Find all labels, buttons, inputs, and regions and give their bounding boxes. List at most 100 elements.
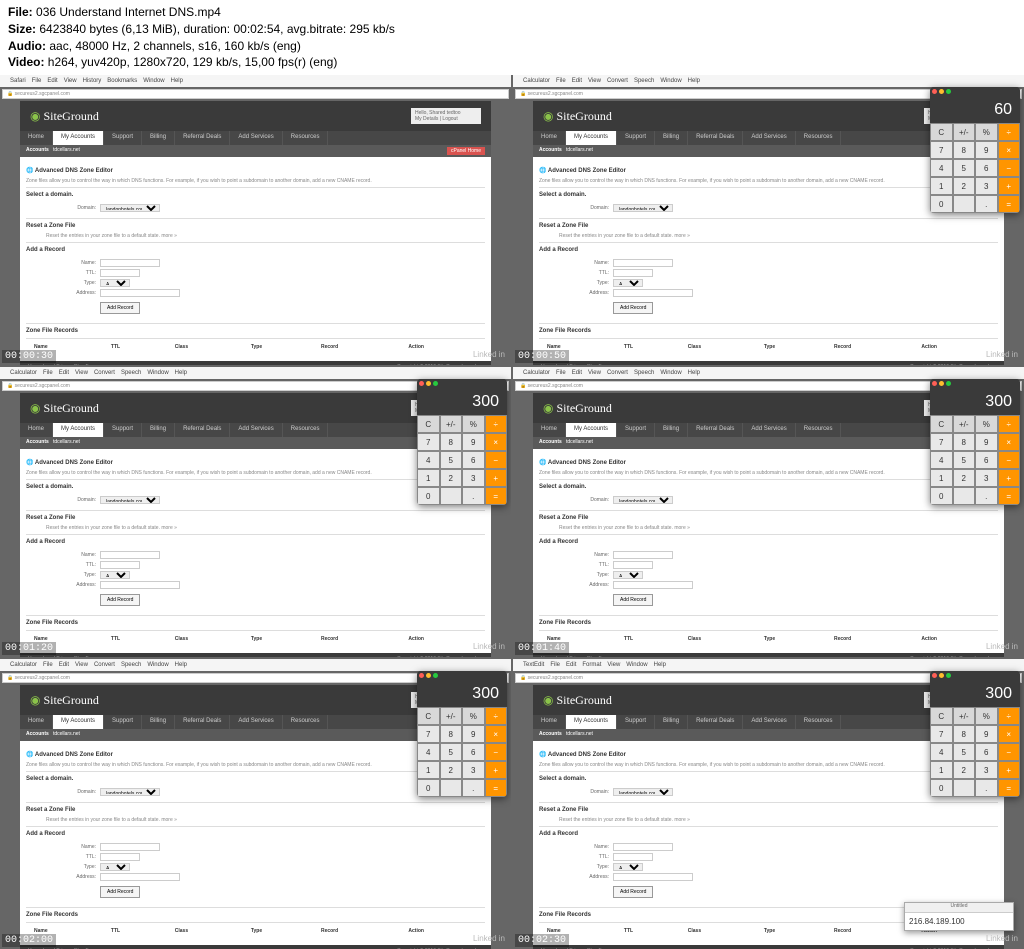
- menu-item[interactable]: Help: [175, 370, 187, 376]
- record-type-select[interactable]: A: [100, 863, 130, 871]
- nav-tab[interactable]: Billing: [142, 131, 175, 145]
- calc-key[interactable]: 8: [440, 433, 463, 451]
- calc-key[interactable]: C: [417, 415, 440, 433]
- browser-addressbar[interactable]: 🔒 secureus2.sgcpanel.com: [2, 89, 509, 99]
- nav-tab[interactable]: Support: [617, 715, 655, 729]
- record-address-input[interactable]: [100, 581, 180, 589]
- calc-key[interactable]: 6: [975, 159, 998, 177]
- calc-key[interactable]: 2: [953, 177, 976, 195]
- nav-tab[interactable]: Referral Deals: [175, 715, 230, 729]
- add-record-button[interactable]: Add Record: [100, 886, 140, 898]
- calc-key[interactable]: 6: [975, 743, 998, 761]
- calc-key[interactable]: 6: [462, 451, 485, 469]
- calc-key[interactable]: −: [998, 743, 1021, 761]
- calc-key[interactable]: 1: [930, 761, 953, 779]
- nav-tab[interactable]: Support: [104, 131, 142, 145]
- calc-key[interactable]: [440, 487, 463, 505]
- calc-key[interactable]: .: [975, 779, 998, 797]
- calc-key[interactable]: 2: [953, 761, 976, 779]
- calc-key[interactable]: 8: [953, 141, 976, 159]
- calc-key[interactable]: 3: [975, 177, 998, 195]
- nav-tab[interactable]: Resources: [796, 131, 842, 145]
- calc-key[interactable]: .: [975, 487, 998, 505]
- cpanel-button[interactable]: cPanel Home: [447, 147, 485, 155]
- add-record-button[interactable]: Add Record: [613, 302, 653, 314]
- nav-tab[interactable]: Resources: [283, 131, 329, 145]
- calc-key[interactable]: ÷: [485, 707, 508, 725]
- add-record-button[interactable]: Add Record: [613, 886, 653, 898]
- menu-item[interactable]: File: [556, 370, 566, 376]
- calc-key[interactable]: ×: [998, 433, 1021, 451]
- calc-key[interactable]: 5: [953, 451, 976, 469]
- menu-item[interactable]: File: [43, 662, 53, 668]
- calc-key[interactable]: 4: [930, 743, 953, 761]
- calc-key[interactable]: %: [975, 415, 998, 433]
- record-ttl-input[interactable]: [100, 853, 140, 861]
- menu-item[interactable]: TextEdit: [523, 662, 544, 668]
- calc-key[interactable]: ÷: [998, 415, 1021, 433]
- calc-key[interactable]: 8: [440, 725, 463, 743]
- calc-key[interactable]: ×: [485, 725, 508, 743]
- record-name-input[interactable]: [100, 551, 160, 559]
- nav-tab[interactable]: Add Services: [743, 423, 795, 437]
- menu-item[interactable]: View: [64, 78, 77, 84]
- calc-key[interactable]: .: [462, 487, 485, 505]
- nav-tab[interactable]: Add Services: [230, 715, 282, 729]
- record-ttl-input[interactable]: [100, 561, 140, 569]
- record-address-input[interactable]: [613, 581, 693, 589]
- menu-item[interactable]: Convert: [607, 78, 628, 84]
- record-ttl-input[interactable]: [100, 269, 140, 277]
- calc-key[interactable]: 0: [930, 487, 953, 505]
- calc-key[interactable]: 8: [953, 725, 976, 743]
- menu-item[interactable]: Help: [688, 370, 700, 376]
- nav-tab[interactable]: Add Services: [743, 131, 795, 145]
- nav-tab[interactable]: Referral Deals: [688, 423, 743, 437]
- calc-key[interactable]: +/-: [953, 415, 976, 433]
- nav-tab[interactable]: Add Services: [743, 715, 795, 729]
- calc-key[interactable]: +: [998, 761, 1021, 779]
- record-address-input[interactable]: [100, 289, 180, 297]
- calc-key[interactable]: ÷: [998, 123, 1021, 141]
- domain-select[interactable]: landonhotels.com: [613, 204, 673, 212]
- calc-key[interactable]: 2: [440, 469, 463, 487]
- calc-key[interactable]: .: [462, 779, 485, 797]
- calc-key[interactable]: +/-: [440, 415, 463, 433]
- calculator-window[interactable]: 60 C+/-%÷789×456−123+0.=: [930, 87, 1020, 213]
- calc-key[interactable]: −: [998, 451, 1021, 469]
- calc-key[interactable]: %: [462, 707, 485, 725]
- calc-key[interactable]: C: [930, 707, 953, 725]
- menu-item[interactable]: File: [556, 78, 566, 84]
- nav-tab[interactable]: Referral Deals: [175, 423, 230, 437]
- menu-item[interactable]: Help: [688, 78, 700, 84]
- record-type-select[interactable]: A: [100, 571, 130, 579]
- calc-key[interactable]: ÷: [998, 707, 1021, 725]
- calc-key[interactable]: 4: [930, 159, 953, 177]
- nav-tab[interactable]: Support: [617, 131, 655, 145]
- nav-tab[interactable]: Referral Deals: [688, 715, 743, 729]
- nav-tab[interactable]: Resources: [283, 715, 329, 729]
- nav-tab[interactable]: Resources: [283, 423, 329, 437]
- menu-item[interactable]: Window: [660, 78, 681, 84]
- nav-tab[interactable]: Add Services: [230, 131, 282, 145]
- menu-item[interactable]: Edit: [59, 370, 69, 376]
- record-ttl-input[interactable]: [613, 561, 653, 569]
- menu-item[interactable]: Bookmarks: [107, 78, 137, 84]
- record-name-input[interactable]: [613, 551, 673, 559]
- calc-key[interactable]: =: [998, 779, 1021, 797]
- menu-item[interactable]: Window: [660, 370, 681, 376]
- calc-key[interactable]: =: [485, 487, 508, 505]
- calc-key[interactable]: [953, 195, 976, 213]
- record-ttl-input[interactable]: [613, 853, 653, 861]
- menu-item[interactable]: Window: [626, 662, 647, 668]
- calc-key[interactable]: 6: [462, 743, 485, 761]
- nav-tab[interactable]: Home: [20, 423, 53, 437]
- menu-item[interactable]: Calculator: [523, 78, 550, 84]
- domain-select[interactable]: landonhotels.com: [613, 496, 673, 504]
- nav-tab[interactable]: Support: [617, 423, 655, 437]
- menu-item[interactable]: Speech: [634, 370, 654, 376]
- calc-key[interactable]: +: [998, 177, 1021, 195]
- calc-key[interactable]: 4: [417, 451, 440, 469]
- calc-key[interactable]: 7: [417, 433, 440, 451]
- menu-item[interactable]: Calculator: [10, 662, 37, 668]
- menu-item[interactable]: View: [607, 662, 620, 668]
